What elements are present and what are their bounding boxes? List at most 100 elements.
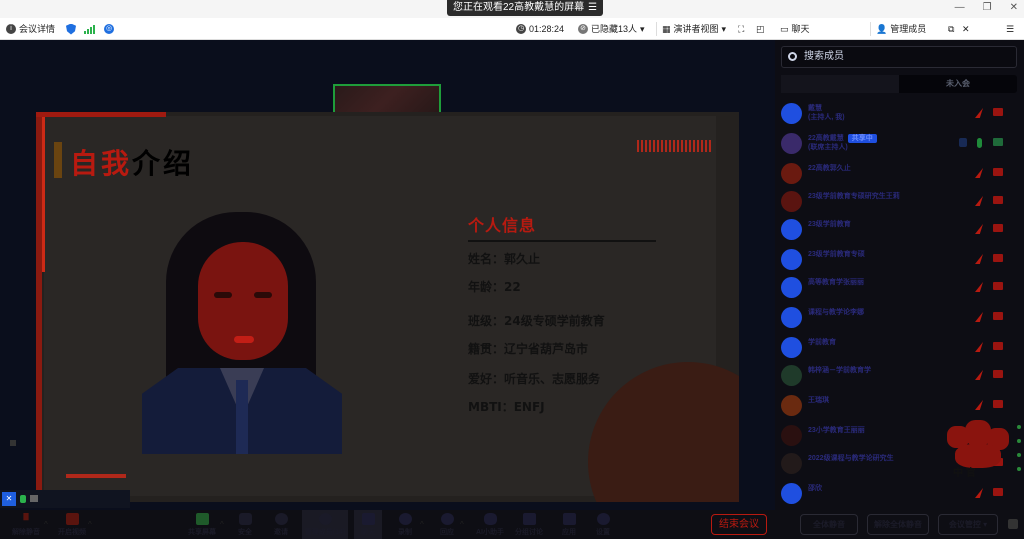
meeting-info-label: 会议详情: [19, 24, 56, 34]
start-video-button[interactable]: 开启视频: [52, 510, 92, 539]
member-row[interactable]: 王瑞琪: [779, 394, 1019, 420]
camera-off-icon[interactable]: [993, 254, 1003, 262]
scrollbar[interactable]: [1017, 425, 1021, 485]
meeting-timer: ◷ 01:28:24: [516, 22, 564, 36]
chevron-up-icon[interactable]: ^: [44, 520, 48, 529]
member-row[interactable]: 学前教育: [779, 336, 1019, 362]
manage-members-button[interactable]: 管理成员(14): [302, 510, 348, 539]
settings-button[interactable]: 设置: [590, 510, 616, 539]
mic-muted-icon[interactable]: [975, 108, 983, 118]
view-mode-button[interactable]: ▦ 演讲者视图 ▾: [662, 22, 726, 36]
mic-muted-icon[interactable]: [975, 282, 983, 292]
invite-label: 邀请: [274, 529, 288, 536]
mic-muted-icon[interactable]: [975, 370, 983, 380]
avatar: [781, 219, 802, 240]
camera-off-icon[interactable]: [993, 312, 1003, 320]
shield-icon[interactable]: [959, 138, 967, 147]
chevron-up-icon[interactable]: ^: [420, 520, 424, 529]
info-hometown: 籍贯：辽宁省葫芦岛市: [468, 342, 589, 356]
member-row[interactable]: 23级学前教育专硕: [779, 248, 1019, 274]
end-meeting-button[interactable]: 结束会议: [711, 514, 767, 535]
screen-share-banner[interactable]: 您正在观看22高教戴慧的屏幕 ☰: [447, 0, 604, 16]
camera-icon[interactable]: [993, 138, 1003, 146]
security-button[interactable]: 安全: [232, 510, 258, 539]
maximize-icon[interactable]: ❐: [983, 2, 992, 13]
member-row[interactable]: 课程与教学论李娜: [779, 306, 1019, 332]
member-search-input[interactable]: 搜索成员: [781, 46, 1017, 68]
record-label: 录制: [398, 529, 412, 536]
share-screen-button[interactable]: 共享屏幕: [184, 510, 220, 539]
member-row[interactable]: 22高教郭久止: [779, 162, 1019, 188]
record-button[interactable]: 录制: [392, 510, 418, 539]
unmute-all-button[interactable]: 解除全体静音: [867, 514, 929, 535]
member-row[interactable]: 高等教育学张丽丽: [779, 276, 1019, 302]
tab-not-joined[interactable]: 未入会: [899, 75, 1017, 93]
chevron-up-icon[interactable]: ^: [220, 520, 224, 529]
meeting-window: 您正在观看22高教戴慧的屏幕 ☰ — ❐ ✕ i 会议详情 ◎ ◷ 01:28:2…: [0, 0, 1024, 539]
close-panel-button[interactable]: ✕: [962, 22, 970, 36]
member-row[interactable]: 22高教戴慧 共享中 (联席主持人): [779, 132, 1019, 158]
chat-icon: ▭: [780, 24, 789, 34]
camera-off-icon[interactable]: [993, 108, 1003, 116]
ai-assistant-button[interactable]: AI小助手: [474, 510, 506, 539]
unmute-button[interactable]: 解除静音: [6, 510, 46, 539]
record-icon: [398, 513, 412, 525]
decorative-bar: [66, 474, 126, 478]
corner-icon[interactable]: [1008, 519, 1018, 529]
tab-in-meeting[interactable]: [781, 75, 899, 93]
layout-button[interactable]: ◰: [756, 22, 765, 36]
manage-members-tab[interactable]: 👤 管理成员: [876, 22, 926, 36]
chevron-up-icon[interactable]: ^: [460, 520, 464, 529]
meeting-info-button[interactable]: i 会议详情: [6, 22, 55, 36]
apps-button[interactable]: 应用: [556, 510, 582, 539]
avatar: [781, 395, 802, 416]
breakout-button[interactable]: 分组讨论: [512, 510, 546, 539]
mic-muted-icon[interactable]: [975, 312, 983, 322]
close-icon[interactable]: ✕: [1010, 2, 1018, 13]
reactions-button[interactable]: 回应: [434, 510, 460, 539]
camera-off-icon[interactable]: [993, 196, 1003, 204]
menu-icon[interactable]: ☰: [588, 2, 597, 13]
window-controls: — ❐ ✕: [955, 2, 1018, 13]
mic-muted-icon[interactable]: [975, 342, 983, 352]
chevron-up-icon[interactable]: ^: [88, 520, 92, 529]
hidden-participants-button[interactable]: ⊘ 已隐藏13人 ▾: [578, 22, 645, 36]
cloud-status[interactable]: ◎: [104, 22, 114, 36]
camera-off-icon[interactable]: [993, 370, 1003, 378]
fullscreen-icon: ⛶: [738, 24, 745, 34]
mic-muted-icon[interactable]: [975, 224, 983, 234]
member-row[interactable]: 韩梓涵－学前教育学: [779, 364, 1019, 390]
chat-tab[interactable]: ▭ 聊天: [780, 22, 810, 36]
member-row[interactable]: 戴慧 (主持人, 我): [779, 102, 1019, 128]
camera-off-icon[interactable]: [993, 282, 1003, 290]
camera-off-icon[interactable]: [993, 224, 1003, 232]
mic-muted-icon[interactable]: [975, 488, 983, 498]
mic-muted-icon[interactable]: [975, 196, 983, 206]
minimize-icon[interactable]: —: [955, 2, 965, 13]
invite-button[interactable]: 邀请: [268, 510, 294, 539]
mic-muted-icon[interactable]: [975, 254, 983, 264]
network-status[interactable]: [84, 22, 95, 36]
security-status[interactable]: [66, 22, 76, 36]
mic-icon[interactable]: [977, 138, 982, 148]
popout-button[interactable]: ⧉: [948, 22, 954, 36]
member-row[interactable]: 23级学前教育: [779, 218, 1019, 244]
camera-off-icon[interactable]: [993, 488, 1003, 496]
edge-indicator-icon: [10, 440, 16, 446]
member-name: 23级学前教育专硕研究生王莉: [808, 193, 900, 200]
member-tabs: 未入会: [781, 75, 1017, 93]
camera-off-icon[interactable]: [993, 342, 1003, 350]
meeting-control-button[interactable]: 会议管控 ▾: [938, 514, 998, 535]
fullscreen-button[interactable]: ⛶: [738, 22, 744, 36]
chat-button[interactable]: 聊天: [354, 510, 382, 539]
camera-off-icon[interactable]: [993, 400, 1003, 408]
signal-bars-icon: [84, 24, 95, 34]
view-mode-label: 演讲者视图: [673, 24, 719, 34]
member-row[interactable]: 23级学前教育专硕研究生王莉: [779, 190, 1019, 216]
mic-muted-icon[interactable]: [975, 400, 983, 410]
self-view-mini[interactable]: ✕: [0, 490, 130, 508]
more-menu-button[interactable]: ☰: [1006, 22, 1014, 36]
mute-all-button[interactable]: 全体静音: [800, 514, 858, 535]
mic-muted-icon[interactable]: [975, 168, 983, 178]
camera-off-icon[interactable]: [993, 168, 1003, 176]
